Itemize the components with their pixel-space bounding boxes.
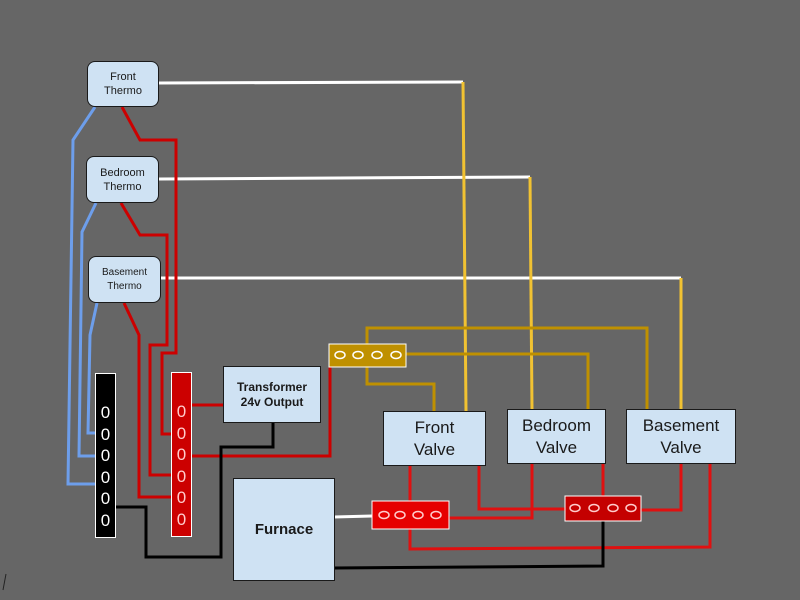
furnace: Furnace	[233, 478, 335, 581]
bedroom-valve-wire	[528, 176, 534, 410]
transformer: Transformer 24v Output	[223, 366, 321, 423]
valve-power-wires	[408, 463, 712, 551]
bedroom-thermostat-label-1: Bedroom	[100, 166, 145, 179]
front-thermostat-label-2: Thermo	[104, 85, 142, 97]
transformer-label-1: Transformer	[236, 379, 308, 394]
bedroom-thermostat: Bedroom Thermo	[86, 156, 159, 203]
terminal: 0	[176, 488, 187, 507]
gold-loop-front	[365, 367, 436, 411]
front-valve-label-1: Front	[414, 417, 455, 437]
terminal: 0	[100, 510, 111, 530]
furnace-label: Furnace	[254, 521, 314, 538]
transformer-label-2: 24v Output	[240, 394, 304, 409]
terminal: 0	[100, 403, 111, 422]
basement-valve-return-wire	[641, 463, 683, 512]
furnace-signal-wire	[333, 514, 373, 519]
bedroom-valve: Bedroom Valve	[507, 409, 606, 464]
terminal: 0	[176, 445, 187, 464]
gold-connector	[328, 343, 407, 368]
basement-valve-label-2: Valve	[660, 437, 702, 457]
front-valve-label-2: Valve	[413, 439, 456, 459]
basement-valve: Basement Valve	[626, 409, 736, 464]
basement-thermostat-label-2: Thermo	[107, 280, 142, 292]
terminal: 0	[100, 446, 111, 465]
front-valve: Front Valve	[383, 411, 486, 466]
front-valve-loop-wire	[408, 463, 712, 551]
basement-thermostat: Basement Thermo	[88, 256, 161, 303]
terminal: 0	[100, 424, 111, 444]
front-thermo-signal-wire	[158, 80, 464, 85]
terminal: 0	[100, 467, 111, 487]
basement-thermostat-label-1: Basement	[101, 266, 148, 278]
basement-valve-label-1: Basement	[642, 415, 720, 435]
red-terminal-strip: 0 0 0 0 0 0	[171, 372, 192, 537]
bedroom-valve-label-1: Bedroom	[522, 415, 591, 435]
terminal: 0	[176, 509, 187, 529]
front-thermostat-label-1: Front	[110, 71, 136, 83]
bedroom-thermostat-label-2: Thermo	[103, 180, 142, 193]
front-valve-return-wire	[477, 465, 565, 511]
stray-mark	[2, 573, 7, 591]
bedroom-valve-label-2: Valve	[535, 437, 578, 457]
terminal: 0	[100, 489, 111, 508]
valve-common-wires	[365, 326, 649, 411]
basement-power-wire	[122, 302, 171, 499]
terminal: 0	[176, 466, 187, 486]
bedroom-thermo-signal-wire	[158, 175, 531, 181]
front-thermostat: Front Thermo	[87, 61, 159, 107]
black-terminal-strip: 0 0 0 0 0 0	[95, 373, 116, 538]
front-valve-wire	[461, 81, 468, 412]
terminal: 0	[176, 402, 187, 421]
red-connector-bedroom	[564, 495, 642, 522]
gold-loop-basement	[365, 326, 649, 409]
red-connector-front	[371, 500, 450, 530]
terminal: 0	[176, 423, 187, 443]
